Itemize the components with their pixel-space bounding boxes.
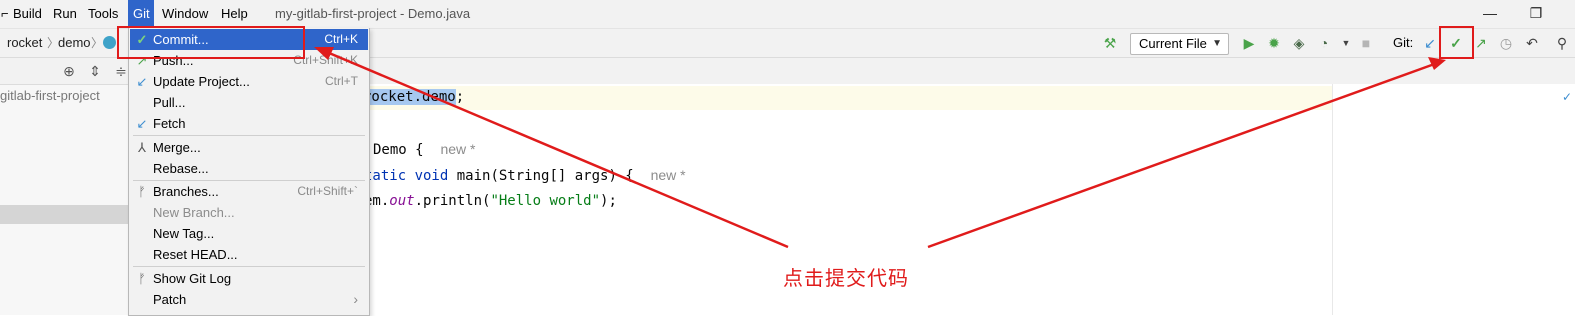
arrow-head-icon [314,47,334,60]
annotation-caption: 点击提交代码 [783,266,909,290]
arrow-to-commit-menu [321,48,789,249]
arrow-to-commit-toolbar [927,60,1441,249]
arrow-head-icon [1428,57,1446,70]
